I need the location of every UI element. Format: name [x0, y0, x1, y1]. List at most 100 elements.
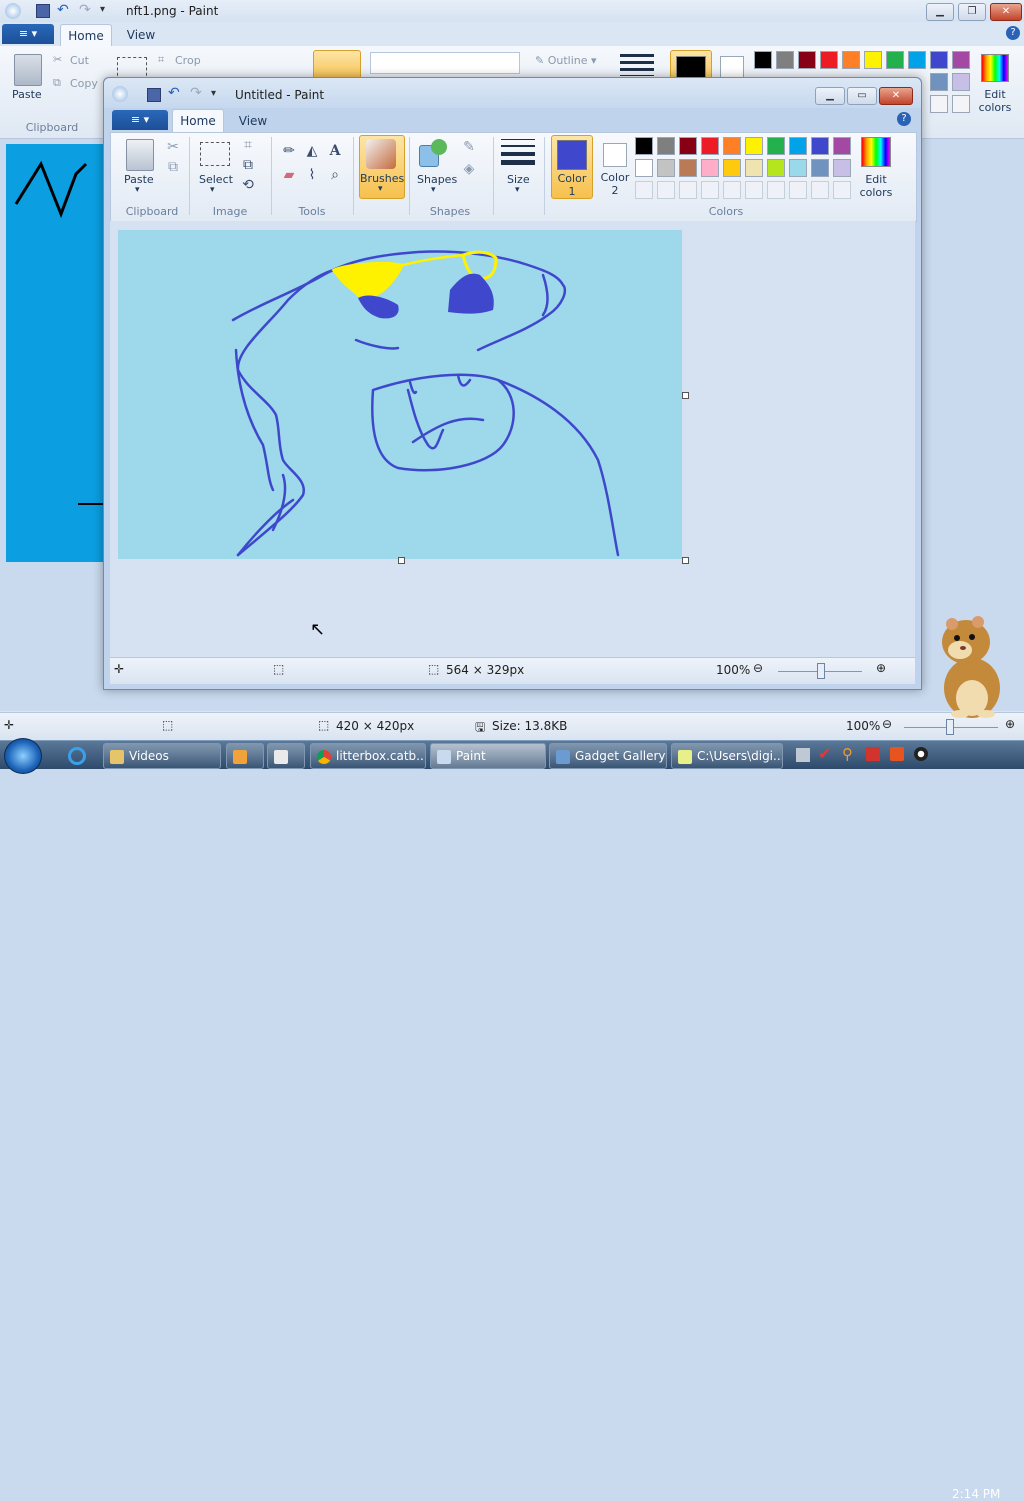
start-button[interactable] — [4, 738, 42, 774]
close-button[interactable]: ✕ — [879, 87, 913, 105]
palette-swatch[interactable] — [635, 159, 653, 177]
tray-icon-speaker[interactable] — [914, 747, 928, 761]
custom-color-slot[interactable] — [767, 181, 785, 199]
zoom-out-button[interactable]: ⊖ — [882, 717, 892, 731]
outline-button[interactable]: ✎ Outline ▾ — [535, 54, 597, 67]
custom-color-slot[interactable] — [679, 181, 697, 199]
taskbar-item-media-player[interactable] — [226, 743, 264, 769]
resize-handle-bottom[interactable] — [398, 557, 405, 564]
redo-icon[interactable]: ↷ — [190, 85, 202, 101]
tab-view[interactable]: View — [116, 24, 166, 46]
paste-button[interactable]: Paste — [12, 88, 42, 101]
palette-swatch[interactable] — [701, 137, 719, 155]
resize-handle-right[interactable] — [682, 392, 689, 399]
maximize-button[interactable]: ▭ — [847, 87, 877, 105]
tray-icon-network[interactable] — [796, 748, 810, 762]
edit-colors-button[interactable]: Edit colors — [976, 88, 1014, 114]
paste-dropdown-icon[interactable]: ▾ — [135, 185, 140, 195]
select-dropdown-icon[interactable]: ▾ — [210, 185, 215, 195]
tab-view[interactable]: View — [228, 110, 278, 132]
file-menu-button[interactable]: ≡ ▾ — [2, 24, 54, 44]
copy-button[interactable]: Copy — [70, 77, 98, 90]
tray-icon-flag[interactable] — [866, 747, 880, 761]
paste-icon[interactable] — [126, 139, 154, 171]
taskbar-item-notepad[interactable]: C:\Users\digi... — [671, 743, 783, 769]
size-icon[interactable] — [501, 139, 535, 165]
text-icon[interactable]: A — [325, 141, 345, 161]
select-button[interactable]: Select — [199, 173, 233, 186]
copy-icon[interactable]: ⧉ — [163, 157, 183, 177]
brushes-button[interactable]: Brushes ▾ — [359, 135, 405, 199]
tray-icon-checkmark[interactable]: ✔ — [818, 744, 831, 763]
edit-colors-icon[interactable] — [981, 54, 1009, 82]
help-icon[interactable]: ? — [1006, 26, 1020, 40]
tab-home[interactable]: Home — [60, 24, 112, 47]
paste-icon[interactable] — [14, 54, 42, 86]
color-palette[interactable] — [635, 137, 855, 201]
shapes-button[interactable]: Shapes — [417, 173, 457, 186]
paint-app-icon[interactable] — [112, 86, 128, 102]
palette-swatch[interactable] — [723, 137, 741, 155]
taskbar-item-chrome[interactable]: litterbox.catb... — [310, 743, 426, 769]
zoom-in-button[interactable]: ⊕ — [876, 661, 886, 675]
color1-button[interactable]: Color 1 — [551, 135, 593, 199]
restore-button[interactable]: ❐ — [958, 3, 986, 21]
custom-color-slot[interactable] — [811, 181, 829, 199]
custom-color-slot[interactable] — [657, 181, 675, 199]
hamster-gadget[interactable] — [930, 610, 1010, 720]
palette-swatch[interactable] — [635, 137, 653, 155]
undo-icon[interactable]: ↶ — [168, 85, 180, 101]
palette-swatch[interactable] — [811, 159, 829, 177]
fill-shape-icon[interactable]: ◈ — [459, 159, 479, 179]
palette-swatch[interactable] — [701, 159, 719, 177]
custom-color-slot[interactable] — [745, 181, 763, 199]
shapes-gallery[interactable] — [370, 52, 520, 74]
resize-handle-corner[interactable] — [682, 557, 689, 564]
taskbar-item-paint[interactable]: Paint — [430, 743, 546, 769]
save-icon[interactable] — [36, 4, 50, 18]
quick-access-dropdown-icon[interactable]: ▾ — [100, 4, 105, 15]
custom-color-slot[interactable] — [789, 181, 807, 199]
edit-colors-icon[interactable] — [861, 137, 891, 167]
pencil-icon[interactable]: ✏ — [279, 141, 299, 161]
taskbar-item-videos[interactable]: Videos — [103, 743, 221, 769]
edit-colors-button[interactable]: Edit colors — [853, 173, 899, 199]
select-icon[interactable] — [200, 142, 230, 166]
minimize-button[interactable]: ▁ — [926, 3, 954, 21]
close-button[interactable]: ✕ — [990, 3, 1022, 21]
outline-icon[interactable]: ✎ — [459, 137, 479, 157]
paint-app-icon[interactable] — [5, 3, 21, 19]
custom-color-slot[interactable] — [635, 181, 653, 199]
drawing-canvas[interactable] — [118, 230, 682, 559]
color-picker-icon[interactable]: ⌇ — [302, 165, 322, 185]
palette-swatch[interactable] — [833, 159, 851, 177]
tab-home[interactable]: Home — [172, 109, 224, 133]
magnifier-icon[interactable]: ⌕ — [325, 165, 345, 185]
palette-swatch[interactable] — [679, 137, 697, 155]
shapes-dropdown-icon[interactable]: ▾ — [431, 185, 436, 195]
background-drawing-canvas[interactable] — [6, 144, 104, 562]
eraser-icon[interactable]: ▰ — [279, 165, 299, 185]
taskbar-item-gadget-gallery[interactable]: Gadget Gallery — [549, 743, 667, 769]
palette-swatch[interactable] — [789, 137, 807, 155]
palette-swatch[interactable] — [767, 159, 785, 177]
undo-icon[interactable]: ↶ — [57, 2, 69, 18]
size-icon[interactable] — [620, 54, 654, 76]
color2-button[interactable]: Color 2 — [596, 135, 634, 197]
shapes-icon[interactable] — [419, 139, 449, 167]
help-icon[interactable]: ? — [897, 112, 911, 126]
zoom-out-button[interactable]: ⊖ — [753, 661, 763, 675]
palette-swatch[interactable] — [657, 137, 675, 155]
redo-icon[interactable]: ↷ — [79, 2, 91, 18]
custom-color-slot[interactable] — [833, 181, 851, 199]
palette-swatch[interactable] — [657, 159, 675, 177]
crop-button[interactable]: Crop — [175, 54, 201, 67]
palette-swatch[interactable] — [679, 159, 697, 177]
minimize-button[interactable]: ▁ — [815, 87, 845, 105]
palette-swatch[interactable] — [723, 159, 741, 177]
file-menu-button[interactable]: ≡ ▾ — [112, 110, 168, 130]
tray-icon-search[interactable]: ⚲ — [842, 745, 853, 763]
taskbar-item-calendar[interactable] — [267, 743, 305, 769]
quick-access-dropdown-icon[interactable]: ▾ — [211, 88, 216, 99]
internet-explorer-icon[interactable] — [68, 747, 86, 765]
